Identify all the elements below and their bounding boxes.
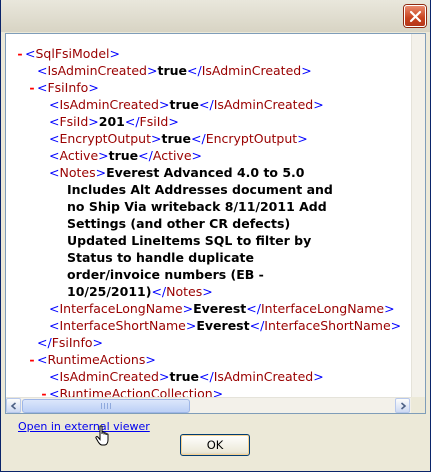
open-external-viewer-link[interactable]: Open in external viewer [18, 420, 150, 433]
horizontal-scrollbar[interactable] [6, 397, 411, 413]
xml-node-runtimeactions: - <RuntimeActions> [27, 351, 155, 368]
scroll-left-button[interactable] [6, 398, 21, 413]
grip-icon [101, 403, 111, 409]
close-button[interactable] [404, 5, 426, 27]
collapse-toggle[interactable]: - [27, 79, 37, 96]
xml-viewer-dialog: - <SqlFsiModel> <IsAdminCreated>true</IsA… [0, 0, 431, 472]
vertical-scrollbar[interactable] [411, 34, 425, 397]
xml-node-interfaceshortname: <InterfaceShortName>Everest</InterfaceSh… [49, 318, 402, 333]
arrow-left-icon [10, 402, 17, 410]
xml-node-notes: <Notes>Everest Advanced 4.0 to 5.0 [49, 165, 305, 180]
scrollbar-corner [411, 397, 425, 413]
hand-cursor-icon [95, 425, 109, 446]
collapse-toggle[interactable]: - [15, 45, 25, 62]
close-icon [409, 10, 422, 23]
notes-text-line: order/invoice numbers (EB - [67, 267, 264, 282]
xml-viewer-pane: - <SqlFsiModel> <IsAdminCreated>true</IsA… [5, 33, 426, 414]
xml-node-fsiinfo-close: </FsiInfo> [37, 335, 104, 350]
xml-content: - <SqlFsiModel> <IsAdminCreated>true</IsA… [6, 34, 411, 397]
notes-text-line: Status to handle duplicate [67, 250, 254, 265]
title-bar [1, 0, 430, 32]
arrow-right-icon [400, 402, 407, 410]
xml-node-runtimeactioncollection: - <RuntimeActionCollection> [39, 385, 223, 397]
xml-node-isadmincreated: <IsAdminCreated>true</IsAdminCreated> [49, 369, 324, 384]
collapse-toggle[interactable]: - [27, 351, 37, 368]
notes-text-line: 10/25/2011)</Notes> [67, 284, 213, 299]
collapse-toggle[interactable]: - [39, 385, 49, 397]
notes-text-line: Settings (and other CR defects) [67, 216, 291, 231]
xml-node-encryptoutput: <EncryptOutput>true</EncryptOutput> [49, 131, 308, 146]
xml-node-active: <Active>true</Active> [49, 148, 203, 163]
xml-node-fsiinfo: - <FsiInfo> [27, 79, 98, 96]
notes-text-line: Includes Alt Addresses document and [67, 182, 333, 197]
ok-button[interactable]: OK [180, 434, 250, 456]
xml-node-interfacelongname: <InterfaceLongName>Everest</InterfaceLon… [49, 301, 395, 316]
xml-node-isadmincreated: <IsAdminCreated>true</IsAdminCreated> [49, 97, 324, 112]
horizontal-scroll-thumb[interactable] [22, 399, 190, 413]
xml-node-sqlfsimodel: - <SqlFsiModel> [15, 45, 120, 62]
scroll-right-button[interactable] [395, 398, 410, 413]
xml-node-isadmincreated: <IsAdminCreated>true</IsAdminCreated> [37, 63, 312, 78]
notes-text-line: no Ship Via writeback 8/11/2011 Add [67, 199, 327, 214]
notes-text-line: Updated LineItems SQL to filter by [67, 233, 312, 248]
xml-node-fsiid: <FsiId>201</FsiId> [49, 114, 179, 129]
